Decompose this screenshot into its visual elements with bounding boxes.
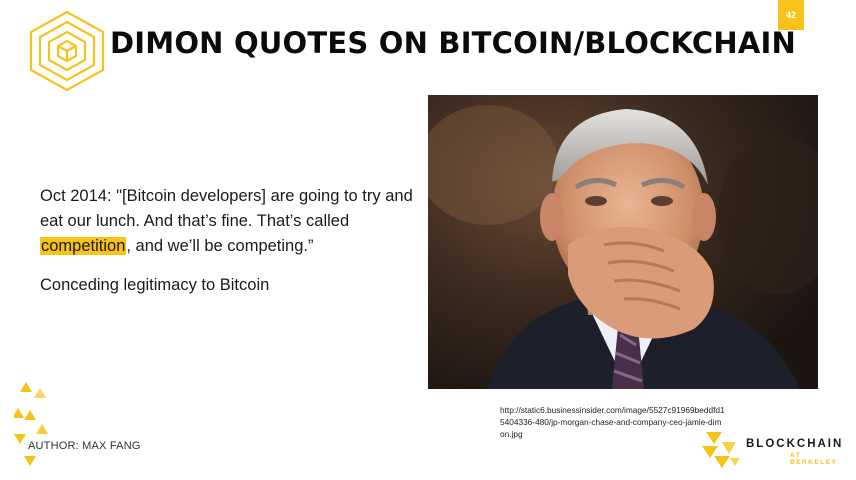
slide-title: DIMON QUOTES ON BITCOIN/BLOCKCHAIN bbox=[110, 26, 796, 60]
image-source-url: http://static6.businessinsider.com/image… bbox=[500, 405, 725, 439]
brand-subtitle: AT BERKELEY bbox=[790, 452, 838, 466]
quote-text-start: Oct 2014: "[Bitcoin developers] are goin… bbox=[40, 187, 413, 230]
dimon-photo bbox=[428, 95, 818, 389]
brand-name: BLOCKCHAIN bbox=[746, 438, 844, 450]
dimon-quote: Oct 2014: "[Bitcoin developers] are goin… bbox=[40, 184, 420, 259]
author-label: AUTHOR: MAX FANG bbox=[28, 440, 141, 452]
hexagon-cube-logo-icon bbox=[29, 10, 105, 92]
slide: 42 DIMON QUOTES ON BITCOIN/BLOCKCHAIN Oc… bbox=[0, 0, 856, 480]
blockchain-berkeley-logo-icon bbox=[702, 432, 740, 468]
quote-text-end: , and we’ll be competing.” bbox=[126, 237, 314, 255]
subpoint-text: Conceding legitimacy to Bitcoin bbox=[40, 276, 270, 294]
highlighted-word: competition bbox=[40, 237, 127, 255]
blockchain-berkeley-logo: BLOCKCHAIN AT BERKELEY bbox=[700, 430, 850, 470]
triangle-pattern-icon bbox=[14, 382, 48, 466]
